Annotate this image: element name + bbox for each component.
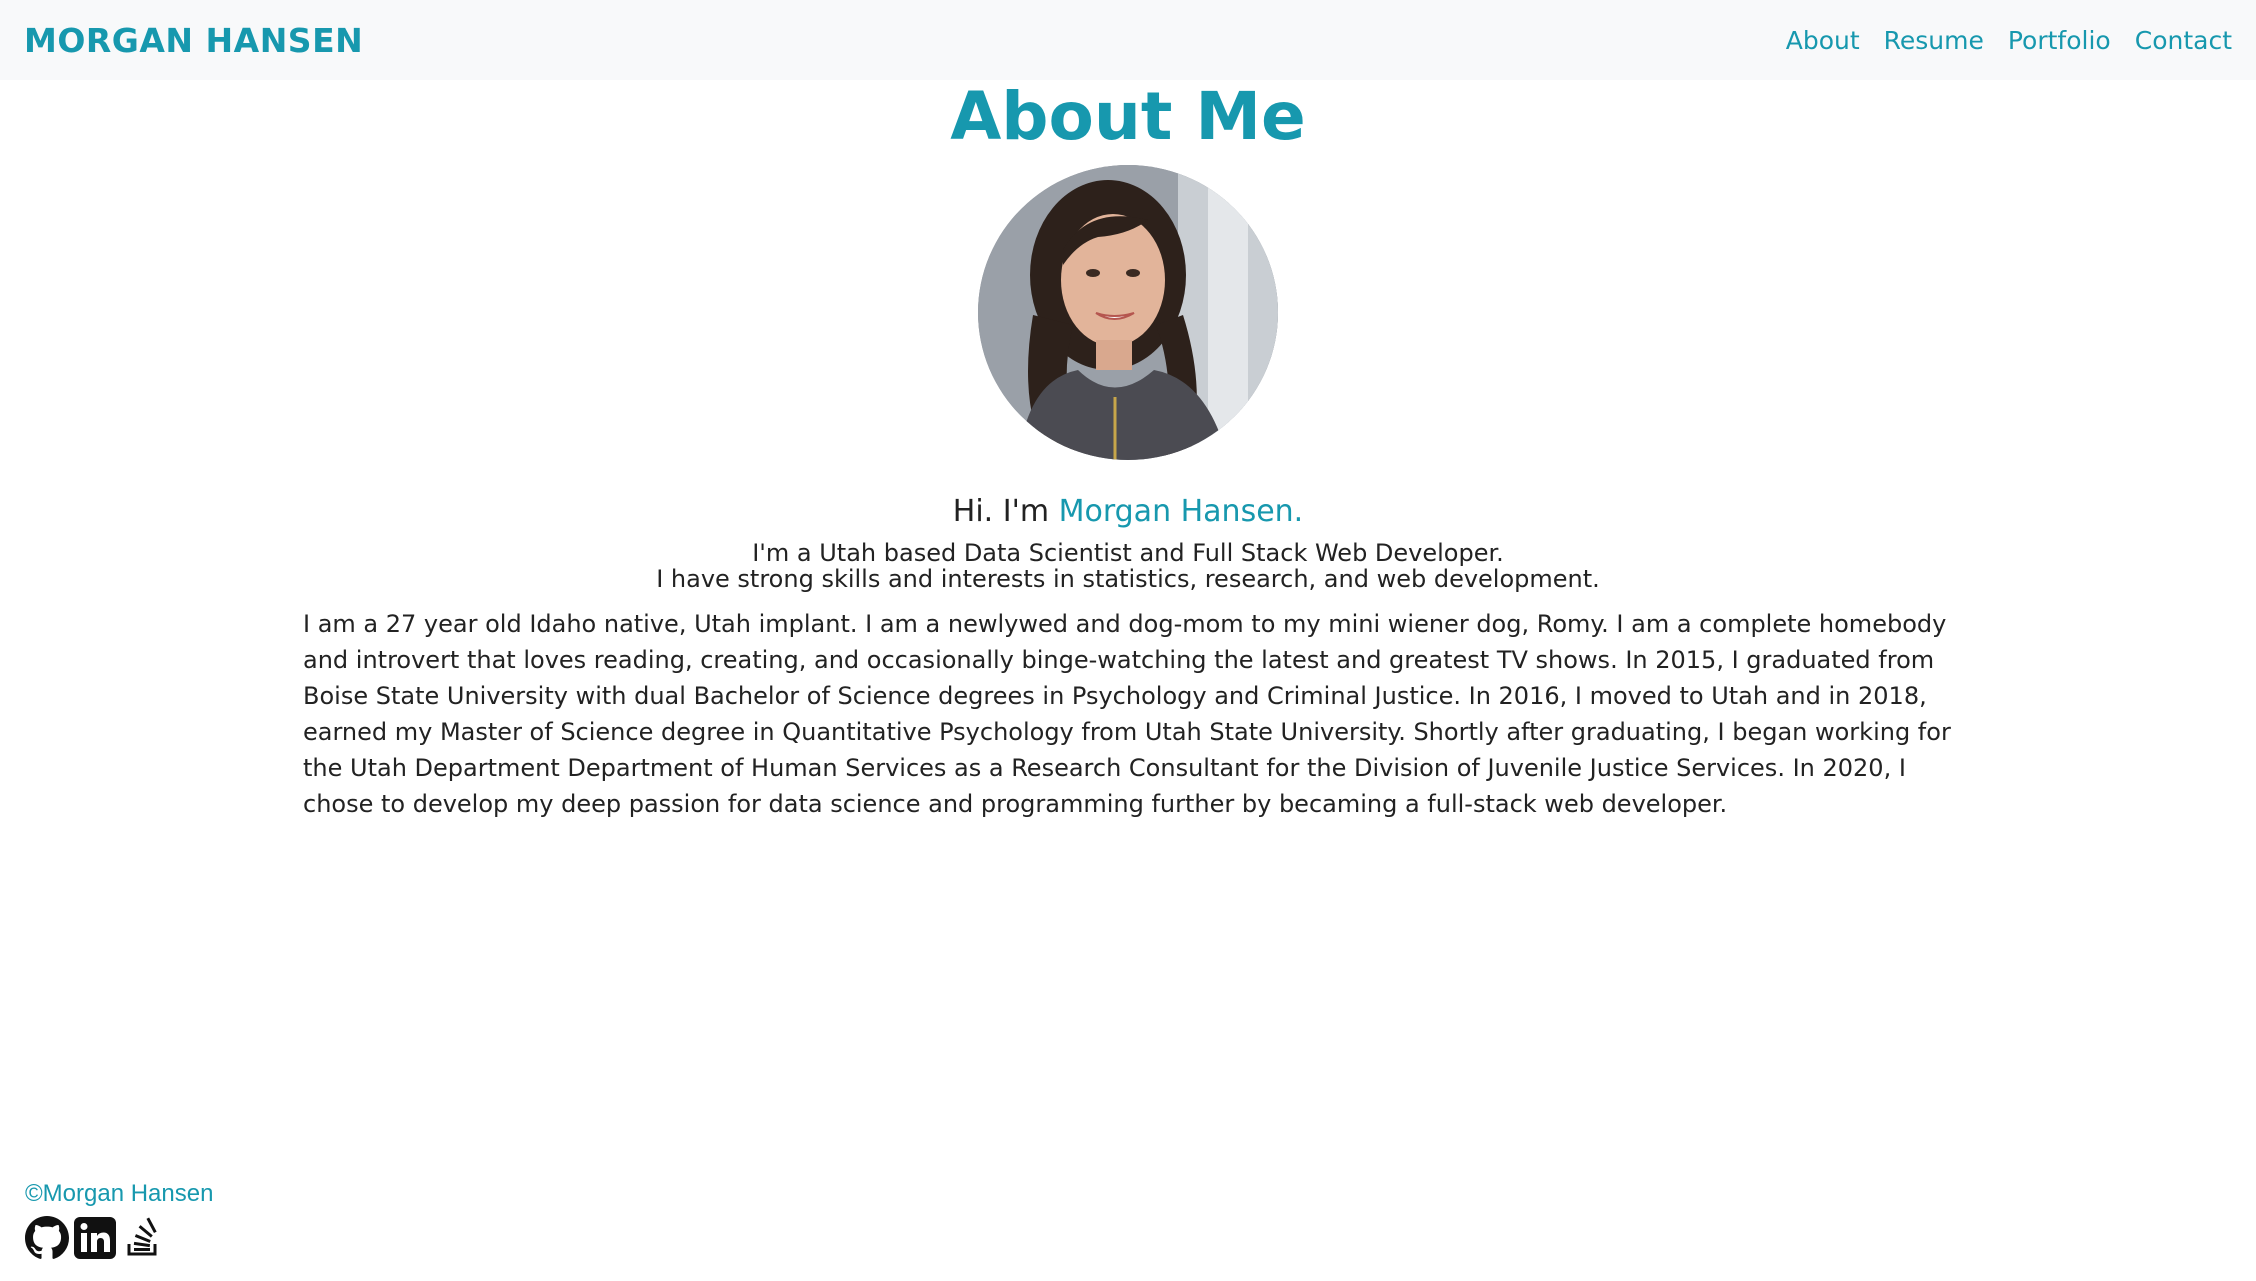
copyright: ©Morgan Hansen (25, 1180, 214, 1207)
tagline: I'm a Utah based Data Scientist and Full… (0, 540, 2256, 592)
tagline-line-2: I have strong skills and interests in st… (656, 565, 1600, 593)
footer: ©Morgan Hansen (25, 1180, 213, 1260)
greeting-prefix: Hi. I'm (952, 494, 1059, 529)
greeting-name: Morgan Hansen. (1058, 494, 1304, 529)
page-title: About Me (950, 78, 1306, 155)
tagline-line-1: I'm a Utah based Data Scientist and Full… (752, 539, 1504, 567)
linkedin-icon (74, 1217, 116, 1259)
nav-contact[interactable]: Contact (2135, 26, 2232, 55)
github-icon (25, 1216, 69, 1259)
nav-portfolio[interactable]: Portfolio (2008, 26, 2111, 55)
nav-links: About Resume Portfolio Contact (1786, 26, 2232, 55)
linkedin-link[interactable] (73, 1216, 117, 1260)
profile-photo (978, 165, 1278, 460)
navbar: MORGAN HANSEN About Resume Portfolio Con… (0, 0, 2256, 80)
github-link[interactable] (25, 1216, 69, 1260)
nav-about[interactable]: About (1786, 26, 1860, 55)
nav-resume[interactable]: Resume (1884, 26, 1984, 55)
stackoverflow-icon (127, 1217, 157, 1256)
social-links (25, 1216, 213, 1260)
stackoverflow-link[interactable] (121, 1216, 165, 1260)
bio-paragraph: I am a 27 year old Idaho native, Utah im… (303, 610, 1951, 818)
greeting: Hi. I'm Morgan Hansen. (0, 494, 2256, 529)
brand-link[interactable]: MORGAN HANSEN (24, 21, 363, 60)
